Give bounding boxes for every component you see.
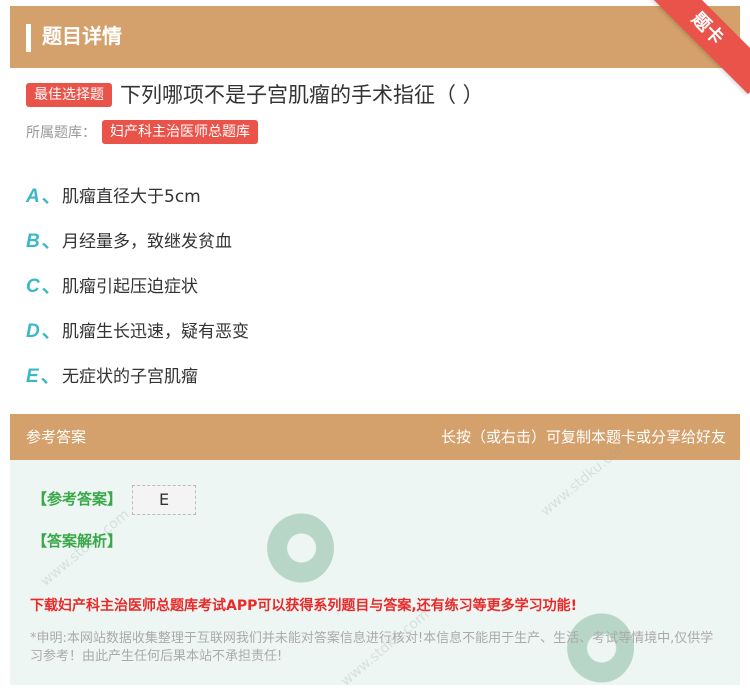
watermark-logo-icon bbox=[262, 512, 334, 584]
bank-label: 所属题库： bbox=[26, 125, 96, 141]
option-letter: E、 bbox=[26, 366, 60, 387]
answer-value: E bbox=[132, 485, 196, 515]
option-c[interactable]: C、 肌瘤引起压迫症状 bbox=[26, 262, 249, 307]
options-list: A、 肌瘤直径大于5cm B、 月经量多，致继发贫血 C、 肌瘤引起压迫症状 D… bbox=[26, 172, 249, 397]
answer-section-title: 参考答案 bbox=[26, 428, 87, 446]
option-text: 肌瘤生长迅速，疑有恶变 bbox=[62, 322, 249, 342]
page-header: 题目详情 bbox=[10, 6, 740, 68]
bank-link[interactable]: 妇产科主治医师总题库 bbox=[102, 120, 258, 144]
answer-label: 【参考答案】 bbox=[32, 490, 123, 508]
option-d[interactable]: D、 肌瘤生长迅速，疑有恶变 bbox=[26, 307, 249, 352]
option-e[interactable]: E、 无症状的子宫肌瘤 bbox=[26, 352, 249, 397]
option-letter: B、 bbox=[26, 231, 61, 252]
share-hint: 长按（或右击）可复制本题卡或分享给好友 bbox=[440, 428, 726, 446]
option-b[interactable]: B、 月经量多，致继发贫血 bbox=[26, 217, 249, 262]
option-text: 肌瘤引起压迫症状 bbox=[62, 277, 198, 297]
question-type-badge: 最佳选择题 bbox=[26, 83, 112, 107]
question-row: 最佳选择题 下列哪项不是子宫肌瘤的手术指征（ ） bbox=[26, 80, 484, 110]
option-text: 无症状的子宫肌瘤 bbox=[62, 367, 198, 387]
option-a[interactable]: A、 肌瘤直径大于5cm bbox=[26, 172, 249, 217]
disclaimer-text: *申明:本网站数据收集整理于互联网我们并未能对答案信息进行核对!本信息不能用于生… bbox=[30, 631, 714, 664]
analysis-label: 【答案解析】 bbox=[32, 532, 123, 550]
option-text: 月经量多，致继发贫血 bbox=[62, 232, 232, 252]
option-letter: C、 bbox=[26, 276, 61, 297]
option-letter: D、 bbox=[26, 321, 61, 342]
page-title: 题目详情 bbox=[42, 24, 122, 48]
app-download-promo[interactable]: 下载妇产科主治医师总题库考试APP可以获得系列题目与答案,还有练习等更多学习功能… bbox=[30, 595, 577, 615]
option-text: 肌瘤直径大于5cm bbox=[62, 187, 201, 207]
answer-body: www.stdku.com www.stdku.com www.stdku.co… bbox=[10, 436, 740, 690]
question-text: 下列哪项不是子宫肌瘤的手术指征（ ） bbox=[120, 83, 484, 107]
answer-section-header: 参考答案 长按（或右击）可复制本题卡或分享给好友 bbox=[10, 414, 740, 460]
option-letter: A、 bbox=[26, 186, 61, 207]
question-bank-row: 所属题库： 妇产科主治医师总题库 bbox=[26, 120, 258, 144]
header-accent-bar bbox=[26, 24, 31, 52]
